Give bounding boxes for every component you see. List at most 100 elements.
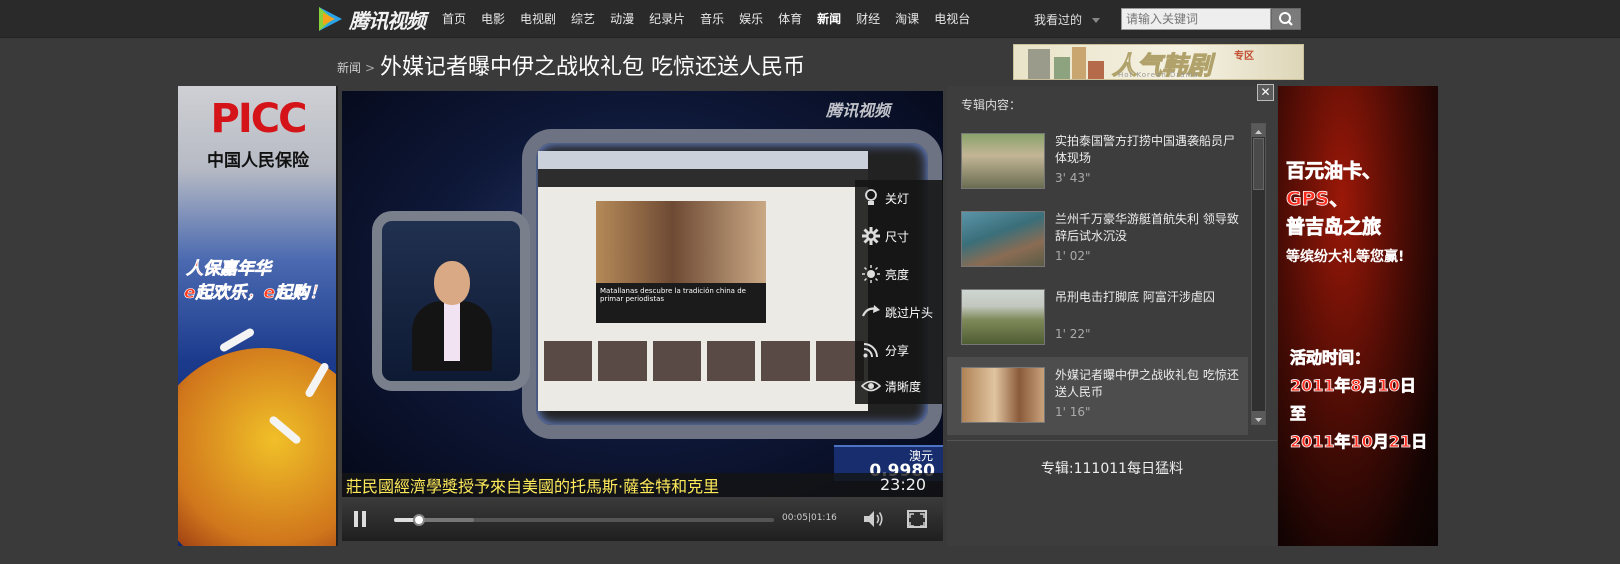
menu-share[interactable]: 分享	[855, 332, 943, 368]
page-title: 外媒记者曝中伊之战收礼包 吃惊还送人民币	[380, 55, 805, 80]
scroll-up-arrow-icon[interactable]	[1252, 124, 1265, 137]
web-caption: Matallanas descubre la tradición china d…	[596, 283, 766, 323]
menu-lights-off[interactable]: 关灯	[855, 180, 943, 216]
nav-link-home[interactable]: 首页	[442, 10, 466, 27]
nav-link-courses[interactable]: 淘课	[895, 10, 919, 27]
playlist-scrollbar[interactable]	[1251, 123, 1266, 425]
playlist-item-duration: 1' 22"	[1055, 327, 1091, 341]
video-thumbnail	[961, 133, 1045, 189]
panel-divider	[947, 440, 1277, 441]
playlist-item[interactable]: 实拍泰国警方打捞中国遇袭船员尸体现场 3' 43"	[947, 123, 1248, 201]
playlist-item-title: 外媒记者曝中伊之战收礼包 吃惊还送人民币	[1055, 368, 1239, 399]
fullscreen-icon	[909, 513, 925, 527]
watch-history-dropdown[interactable]: 我看过的	[1034, 11, 1101, 28]
video-thumbnail	[961, 289, 1045, 345]
ad-subline: 等缤纷大礼等您赢!	[1286, 249, 1405, 265]
menu-label: 清晰度	[885, 379, 922, 394]
banner-ad-tag: 专区	[1234, 51, 1254, 62]
scrollbar-thumb[interactable]	[1253, 138, 1264, 190]
nav-link-music[interactable]: 音乐	[700, 10, 724, 27]
menu-skip-intro[interactable]: 跳过片头	[855, 294, 943, 330]
album-name[interactable]: 专辑:111011每日猛料	[947, 458, 1277, 478]
picc-brand: PICC	[210, 96, 308, 142]
speaker-icon	[864, 511, 883, 527]
video-watermark: 腾讯视频	[826, 101, 891, 120]
browser-tabs-shape	[538, 169, 868, 187]
nav-link-variety[interactable]: 综艺	[571, 10, 595, 27]
menu-label: 分享	[885, 343, 910, 358]
breadcrumb: 新闻 >	[337, 59, 379, 76]
eye-icon	[859, 376, 883, 396]
sun-icon	[859, 264, 883, 284]
album-playlist-panel: 专辑内容： ✕ 实拍泰国警方打捞中国遇袭船员尸体现场 3' 43" 兰州千万豪华…	[947, 84, 1277, 546]
ad-line-2: GPS、	[1286, 188, 1349, 211]
progress-knob[interactable]	[413, 514, 426, 526]
player-control-bar: 00:05|01:16	[342, 497, 943, 541]
skip-icon	[859, 302, 883, 322]
video-thumbnail	[961, 367, 1045, 423]
nav-link-news[interactable]: 新闻	[817, 10, 841, 27]
news-anchor-figure	[412, 261, 492, 371]
playlist-item-title: 兰州千万豪华游艇首航失利 领导致辞后试水沉没	[1055, 212, 1239, 243]
gear-icon	[859, 226, 883, 246]
menu-label: 关灯	[885, 191, 910, 206]
nav-link-entertainment[interactable]: 娱乐	[739, 10, 763, 27]
nav-link-anime[interactable]: 动漫	[610, 10, 634, 27]
playlist-item-duration: 3' 43"	[1055, 171, 1091, 185]
nav-link-movies[interactable]: 电影	[481, 10, 505, 27]
search-icon	[1279, 12, 1293, 26]
menu-brightness[interactable]: 亮度	[855, 256, 943, 292]
play-logo-icon	[319, 7, 342, 31]
playlist-item-active[interactable]: 外媒记者曝中伊之战收礼包 吃惊还送人民币 1' 16"	[947, 357, 1248, 435]
share-icon	[859, 340, 883, 360]
video-player[interactable]: Matallanas descubre la tradición china d…	[342, 91, 943, 541]
top-navigation-bar: 腾讯视频 首页 电影 电视剧 综艺 动漫 纪录片 音乐 娱乐 体育 新闻 财经 …	[0, 0, 1620, 38]
search-button[interactable]	[1271, 8, 1301, 30]
logo-text: 腾讯视频	[349, 8, 426, 33]
site-logo[interactable]: 腾讯视频	[315, 3, 433, 35]
ticker-clock: 23:20	[880, 475, 927, 494]
playlist-item[interactable]: 兰州千万豪华游艇首航失利 领导致辞后试水沉没 1' 02"	[947, 201, 1248, 279]
nav-link-documentary[interactable]: 纪录片	[649, 10, 685, 27]
breadcrumb-news-link[interactable]: 新闻	[337, 61, 361, 75]
right-side-ad[interactable]: 百元油卡、 GPS、 普吉岛之旅 等缤纷大礼等您赢! 活动时间： 2011年8月…	[1278, 86, 1438, 546]
pause-button[interactable]	[354, 511, 368, 527]
chevron-down-icon	[1092, 18, 1101, 23]
watch-history-label: 我看过的	[1034, 13, 1083, 27]
nav-link-tv-stations[interactable]: 电视台	[934, 10, 970, 27]
menu-size[interactable]: 尺寸	[855, 218, 943, 254]
top-banner-ad[interactable]: 人气韩剧 专区 Hot Korean Drama	[1013, 44, 1304, 80]
ad-slogan-1: 人保嘉年华	[186, 259, 272, 280]
playlist-item[interactable]: 吊刑电击打脚底 阿富汗涉虐囚 1' 22"	[947, 279, 1248, 357]
nav-link-sports[interactable]: 体育	[778, 10, 802, 27]
progress-track[interactable]	[394, 514, 774, 526]
browser-bar-shape	[538, 151, 868, 169]
nav-link-tv-series[interactable]: 电视剧	[520, 10, 556, 27]
ad-slogan-2: e起欢乐，e起购！	[184, 283, 327, 304]
scroll-down-arrow-icon[interactable]	[1252, 411, 1265, 424]
breadcrumb-separator: >	[365, 61, 376, 75]
close-panel-button[interactable]: ✕	[1257, 84, 1274, 101]
news-crawl-text: 莊民國經濟學獎授予來自美國的托馬斯·薩金特和克里	[342, 473, 943, 497]
volume-button[interactable]	[862, 509, 886, 529]
left-side-ad[interactable]: PICC 中国人民保险 人保嘉年华 e起欢乐，e起购！	[178, 86, 338, 546]
pause-icon-bar	[362, 511, 366, 527]
video-frame[interactable]: Matallanas descubre la tradición china d…	[342, 91, 943, 497]
ad-building-shape	[1088, 61, 1104, 79]
ad-line-1: 百元油卡、	[1286, 160, 1382, 183]
menu-label: 亮度	[885, 267, 910, 282]
ad-building-shape	[1028, 49, 1050, 79]
search-input[interactable]	[1121, 8, 1271, 30]
bulb-icon	[859, 188, 883, 208]
interviewee-photo	[596, 201, 766, 291]
playlist-item-duration: 1' 02"	[1055, 249, 1091, 263]
menu-label: 尺寸	[885, 229, 910, 244]
menu-label: 跳过片头	[885, 305, 934, 320]
playlist-heading: 专辑内容：	[961, 98, 1022, 112]
browser-thumbnails	[544, 341, 864, 381]
player-side-menu: 关灯 尺寸 亮度 跳过片头 分享 清晰度	[855, 180, 943, 404]
nav-link-finance[interactable]: 财经	[856, 10, 880, 27]
menu-quality[interactable]: 清晰度	[855, 368, 943, 404]
ad-line-3: 普吉岛之旅	[1286, 216, 1382, 239]
fullscreen-button[interactable]	[907, 510, 927, 528]
